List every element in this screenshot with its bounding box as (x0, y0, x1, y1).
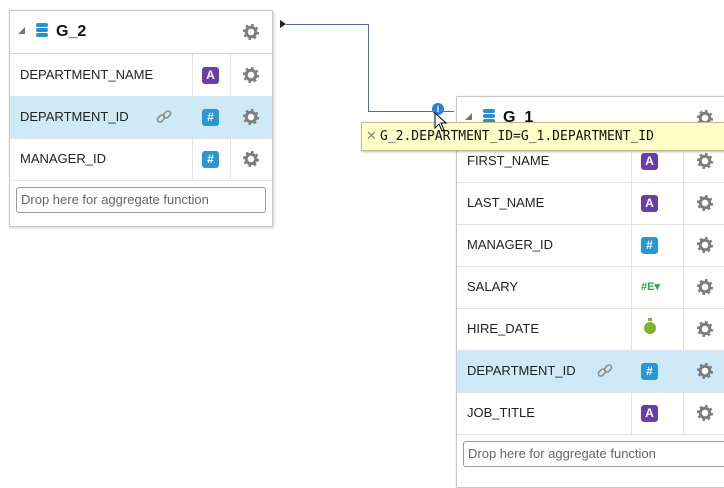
mouse-cursor-icon (434, 112, 448, 132)
number-format-dropdown-icon[interactable]: #E▾ (641, 279, 675, 296)
text-type-icon[interactable]: A (641, 153, 658, 170)
number-type-icon[interactable]: # (641, 237, 658, 254)
column-name: DEPARTMENT_ID (20, 109, 129, 124)
link-icon (597, 364, 613, 377)
delete-link-x-icon[interactable]: ✕ (366, 123, 380, 150)
column-settings-gear-icon[interactable] (243, 151, 259, 167)
group-g2[interactable]: G_2 DEPARTMENT_NAME A DEPARTMENT_ID # MA… (9, 10, 273, 227)
column-settings-gear-icon[interactable] (697, 279, 713, 295)
text-type-icon[interactable]: A (202, 67, 219, 84)
number-type-icon[interactable]: # (202, 109, 219, 126)
aggregate-drop-zone[interactable]: Drop here for aggregate function (463, 441, 724, 467)
column-name: SALARY (467, 279, 519, 294)
column-name: FIRST_NAME (467, 153, 550, 168)
group-g1[interactable]: G_1 FIRST_NAME A LAST_NAME A MANAGER_ID … (456, 96, 724, 488)
column-settings-gear-icon[interactable] (697, 405, 713, 421)
column-name: MANAGER_ID (20, 151, 106, 166)
text-type-icon[interactable]: A (641, 195, 658, 212)
column-row[interactable]: MANAGER_ID # (457, 224, 724, 267)
join-condition-text: G_2.DEPARTMENT_ID=G_1.DEPARTMENT_ID (380, 129, 654, 144)
join-condition-tooltip: ✕ G_2.DEPARTMENT_ID=G_1.DEPARTMENT_ID (361, 122, 724, 151)
connector-line-vertical (368, 24, 369, 111)
column-row-selected[interactable]: DEPARTMENT_ID # (457, 350, 724, 393)
column-settings-gear-icon[interactable] (697, 321, 713, 337)
group-settings-gear-icon[interactable] (243, 24, 259, 40)
column-settings-gear-icon[interactable] (697, 153, 713, 169)
column-name: LAST_NAME (467, 195, 545, 210)
column-row[interactable]: LAST_NAME A (457, 182, 724, 225)
column-row[interactable]: DEPARTMENT_NAME A (10, 54, 272, 97)
column-name: DEPARTMENT_NAME (20, 67, 154, 82)
text-type-icon[interactable]: A (641, 405, 658, 422)
database-icon (36, 23, 48, 41)
aggregate-drop-zone[interactable]: Drop here for aggregate function (16, 187, 266, 213)
column-settings-gear-icon[interactable] (243, 109, 259, 125)
column-settings-gear-icon[interactable] (697, 237, 713, 253)
group-title: G_2 (56, 23, 87, 40)
column-row[interactable]: HIRE_DATE (457, 308, 724, 351)
collapse-triangle-icon[interactable] (465, 113, 472, 120)
column-row[interactable]: JOB_TITLE A (457, 392, 724, 435)
link-icon (156, 110, 172, 123)
date-type-stopwatch-icon[interactable] (644, 318, 656, 334)
group-header[interactable]: G_2 (10, 11, 272, 54)
connector-line-top (286, 24, 369, 25)
column-settings-gear-icon[interactable] (697, 195, 713, 211)
column-name: HIRE_DATE (467, 321, 539, 336)
column-name: DEPARTMENT_ID (467, 363, 576, 378)
column-name: MANAGER_ID (467, 237, 553, 252)
collapse-triangle-icon[interactable] (18, 27, 25, 34)
number-type-icon[interactable]: # (641, 363, 658, 380)
column-settings-gear-icon[interactable] (243, 67, 259, 83)
column-row[interactable]: SALARY #E▾ (457, 266, 724, 309)
column-row-selected[interactable]: DEPARTMENT_ID # (10, 96, 272, 139)
column-name: JOB_TITLE (467, 405, 535, 420)
connector-arrow (280, 20, 286, 28)
column-row[interactable]: MANAGER_ID # (10, 138, 272, 181)
column-settings-gear-icon[interactable] (697, 363, 713, 379)
number-type-icon[interactable]: # (202, 151, 219, 168)
